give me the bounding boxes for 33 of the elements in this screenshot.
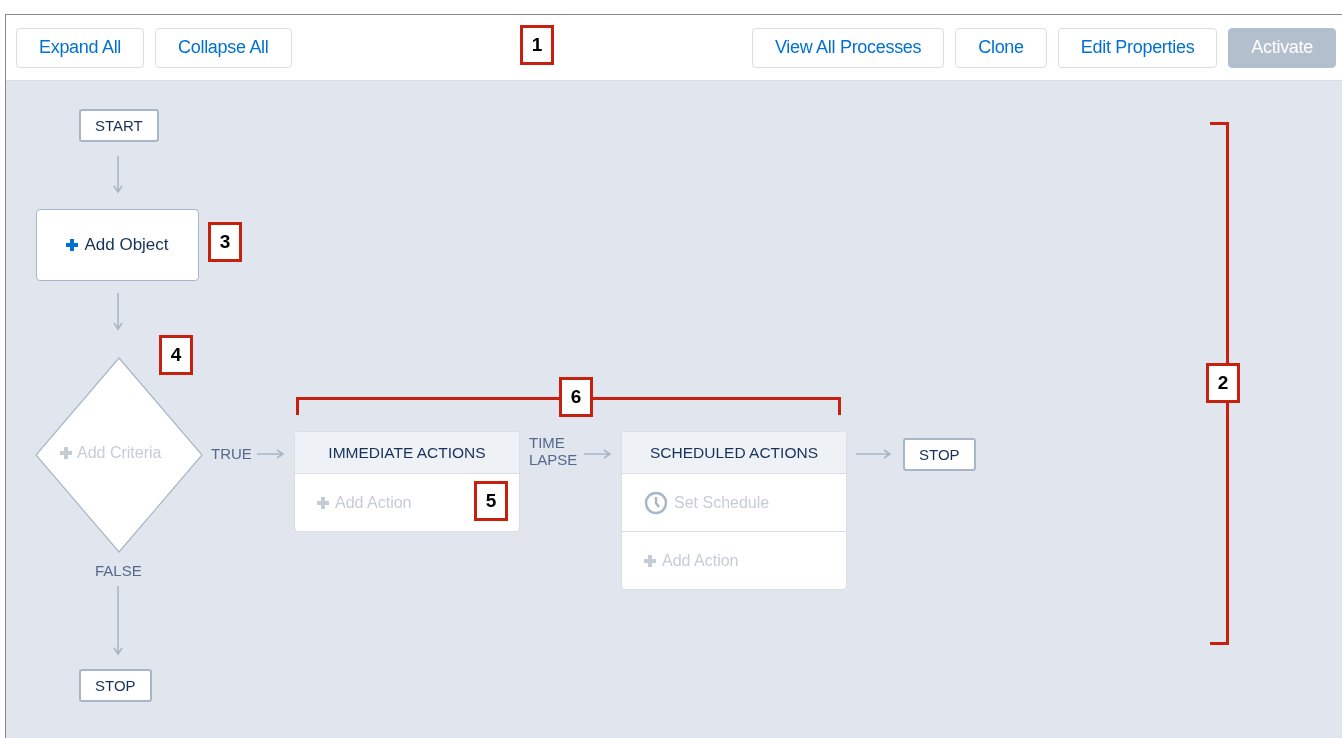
plus-icon — [317, 496, 329, 509]
arrow — [856, 449, 892, 459]
toolbar-button[interactable]: Clone — [955, 27, 1047, 68]
plus-icon — [66, 239, 79, 251]
plus-icon — [644, 554, 656, 567]
node-label: Add Object — [84, 235, 169, 255]
plus-icon — [60, 447, 72, 459]
add-object-node[interactable]: Add Object — [36, 209, 199, 281]
true-label: TRUE — [211, 445, 252, 462]
card-header: IMMEDIATE ACTIONS — [295, 432, 519, 474]
arrow — [113, 293, 123, 331]
toolbar-button[interactable]: Collapse All — [155, 27, 292, 68]
false-label: FALSE — [95, 562, 142, 579]
time-lapse-label: TIME LAPSE — [529, 435, 578, 468]
toolbar-button[interactable]: Expand All — [16, 27, 145, 68]
callout-number: 3 — [208, 222, 242, 262]
arrow — [113, 156, 123, 194]
card-header: SCHEDULED ACTIONS — [622, 432, 846, 474]
stop-node: STOP — [903, 438, 976, 471]
arrow — [584, 449, 612, 459]
callout-number: 6 — [559, 377, 593, 417]
callout-number: 2 — [1206, 363, 1240, 403]
node-label: Add Criteria — [77, 444, 162, 462]
callout-number: 1 — [520, 25, 554, 65]
callout-number: 5 — [474, 481, 508, 521]
arrow — [113, 586, 123, 656]
clock-icon — [644, 490, 668, 515]
toolbar-button[interactable]: Edit Properties — [1057, 27, 1218, 68]
toolbar-button[interactable]: View All Processes — [751, 27, 945, 68]
callout-number: 4 — [159, 335, 193, 375]
stop-node: STOP — [79, 669, 152, 702]
start-node: START — [79, 109, 159, 142]
arrow — [257, 449, 285, 459]
